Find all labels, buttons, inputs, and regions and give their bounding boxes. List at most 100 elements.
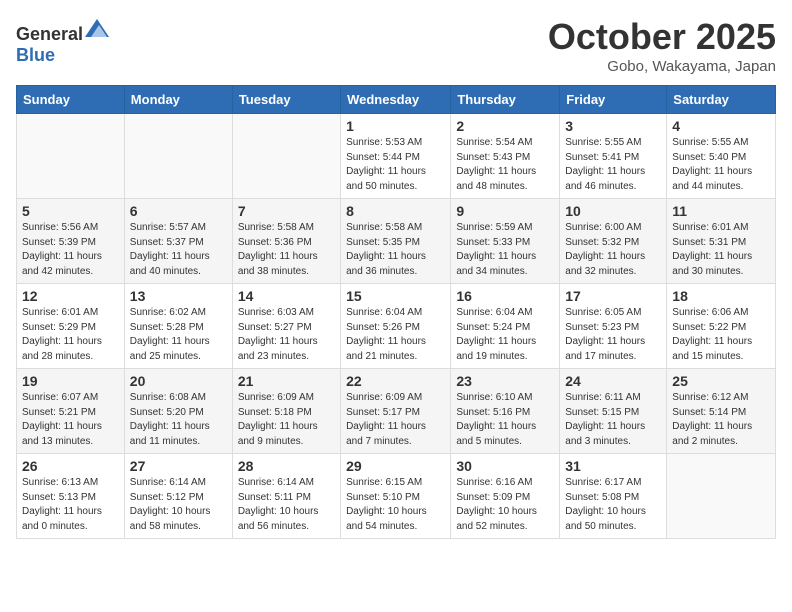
day-info: Sunrise: 6:01 AM Sunset: 5:29 PM Dayligh… (22, 306, 119, 364)
day-number: 16 (456, 288, 554, 304)
location: Gobo, Wakayama, Japan (548, 58, 776, 75)
calendar-cell: 14 Sunrise: 6:03 AM Sunset: 5:27 PM Dayli… (232, 284, 340, 369)
weekday-header: Monday (124, 86, 232, 114)
day-info: Sunrise: 5:53 AM Sunset: 5:44 PM Dayligh… (346, 136, 445, 194)
day-info: Sunrise: 5:54 AM Sunset: 5:43 PM Dayligh… (456, 136, 554, 194)
calendar-cell: 23 Sunrise: 6:10 AM Sunset: 5:16 PM Dayli… (451, 369, 560, 454)
day-number: 24 (565, 373, 661, 389)
day-number: 3 (565, 118, 661, 134)
calendar-week-row: 12Sunrise: 6:01 AM Sunset: 5:29 PM Dayli… (17, 284, 776, 369)
calendar-cell: 16 Sunrise: 6:04 AM Sunset: 5:24 PM Dayli… (451, 284, 560, 369)
day-info: Sunrise: 6:14 AM Sunset: 5:11 PM Dayligh… (238, 476, 335, 534)
day-number: 15 (346, 288, 445, 304)
calendar-table: SundayMondayTuesdayWednesdayThursdayFrid… (16, 85, 776, 539)
day-number: 18 (672, 288, 770, 304)
day-info: Sunrise: 6:04 AM Sunset: 5:26 PM Dayligh… (346, 306, 445, 364)
day-info: Sunrise: 5:59 AM Sunset: 5:33 PM Dayligh… (456, 221, 554, 279)
calendar-cell: 9 Sunrise: 5:59 AM Sunset: 5:33 PM Daylig… (451, 199, 560, 284)
day-number: 22 (346, 373, 445, 389)
calendar-cell: 24 Sunrise: 6:11 AM Sunset: 5:15 PM Dayli… (560, 369, 667, 454)
logo: General Blue (16, 16, 109, 66)
day-info: Sunrise: 6:10 AM Sunset: 5:16 PM Dayligh… (456, 391, 554, 449)
day-number: 21 (238, 373, 335, 389)
calendar-cell (232, 114, 340, 199)
calendar-cell: 25Sunrise: 6:12 AM Sunset: 5:14 PM Dayli… (667, 369, 776, 454)
day-info: Sunrise: 6:15 AM Sunset: 5:10 PM Dayligh… (346, 476, 445, 534)
day-number: 9 (456, 203, 554, 219)
day-info: Sunrise: 5:55 AM Sunset: 5:40 PM Dayligh… (672, 136, 770, 194)
calendar-week-row: 1 Sunrise: 5:53 AM Sunset: 5:44 PM Daylig… (17, 114, 776, 199)
calendar-cell: 31Sunrise: 6:17 AM Sunset: 5:08 PM Dayli… (560, 454, 667, 539)
calendar-week-row: 5 Sunrise: 5:56 AM Sunset: 5:39 PM Daylig… (17, 199, 776, 284)
day-number: 13 (130, 288, 227, 304)
day-info: Sunrise: 6:03 AM Sunset: 5:27 PM Dayligh… (238, 306, 335, 364)
calendar-week-row: 26Sunrise: 6:13 AM Sunset: 5:13 PM Dayli… (17, 454, 776, 539)
logo-text: General Blue (16, 16, 109, 66)
day-info: Sunrise: 6:01 AM Sunset: 5:31 PM Dayligh… (672, 221, 770, 279)
day-info: Sunrise: 6:09 AM Sunset: 5:17 PM Dayligh… (346, 391, 445, 449)
day-info: Sunrise: 5:55 AM Sunset: 5:41 PM Dayligh… (565, 136, 661, 194)
day-number: 20 (130, 373, 227, 389)
day-number: 25 (672, 373, 770, 389)
day-info: Sunrise: 6:17 AM Sunset: 5:08 PM Dayligh… (565, 476, 661, 534)
day-number: 23 (456, 373, 554, 389)
day-number: 14 (238, 288, 335, 304)
day-number: 28 (238, 458, 335, 474)
day-info: Sunrise: 6:11 AM Sunset: 5:15 PM Dayligh… (565, 391, 661, 449)
calendar-cell: 15 Sunrise: 6:04 AM Sunset: 5:26 PM Dayli… (341, 284, 451, 369)
day-number: 11 (672, 203, 770, 219)
day-info: Sunrise: 6:06 AM Sunset: 5:22 PM Dayligh… (672, 306, 770, 364)
calendar-cell: 30Sunrise: 6:16 AM Sunset: 5:09 PM Dayli… (451, 454, 560, 539)
day-info: Sunrise: 6:04 AM Sunset: 5:24 PM Dayligh… (456, 306, 554, 364)
calendar-cell: 6 Sunrise: 5:57 AM Sunset: 5:37 PM Daylig… (124, 199, 232, 284)
day-number: 1 (346, 118, 445, 134)
day-number: 8 (346, 203, 445, 219)
calendar-cell: 17 Sunrise: 6:05 AM Sunset: 5:23 PM Dayli… (560, 284, 667, 369)
calendar-cell: 21 Sunrise: 6:09 AM Sunset: 5:18 PM Dayli… (232, 369, 340, 454)
day-number: 29 (346, 458, 445, 474)
day-info: Sunrise: 6:14 AM Sunset: 5:12 PM Dayligh… (130, 476, 227, 534)
calendar-cell: 10Sunrise: 6:00 AM Sunset: 5:32 PM Dayli… (560, 199, 667, 284)
day-info: Sunrise: 5:58 AM Sunset: 5:36 PM Dayligh… (238, 221, 335, 279)
day-info: Sunrise: 6:09 AM Sunset: 5:18 PM Dayligh… (238, 391, 335, 449)
day-info: Sunrise: 6:16 AM Sunset: 5:09 PM Dayligh… (456, 476, 554, 534)
month-title: October 2025 (548, 16, 776, 58)
calendar-cell: 26Sunrise: 6:13 AM Sunset: 5:13 PM Dayli… (17, 454, 125, 539)
calendar-cell: 12Sunrise: 6:01 AM Sunset: 5:29 PM Dayli… (17, 284, 125, 369)
day-info: Sunrise: 5:56 AM Sunset: 5:39 PM Dayligh… (22, 221, 119, 279)
day-info: Sunrise: 5:58 AM Sunset: 5:35 PM Dayligh… (346, 221, 445, 279)
logo-blue: Blue (16, 45, 55, 65)
weekday-header: Tuesday (232, 86, 340, 114)
weekday-header: Friday (560, 86, 667, 114)
calendar-cell: 13 Sunrise: 6:02 AM Sunset: 5:28 PM Dayli… (124, 284, 232, 369)
calendar-cell: 18 Sunrise: 6:06 AM Sunset: 5:22 PM Dayli… (667, 284, 776, 369)
calendar-cell: 29 Sunrise: 6:15 AM Sunset: 5:10 PM Dayli… (341, 454, 451, 539)
day-number: 4 (672, 118, 770, 134)
calendar-cell (124, 114, 232, 199)
day-info: Sunrise: 6:05 AM Sunset: 5:23 PM Dayligh… (565, 306, 661, 364)
page-header: General Blue October 2025 Gobo, Wakayama… (16, 16, 776, 75)
day-number: 6 (130, 203, 227, 219)
day-number: 5 (22, 203, 119, 219)
calendar-cell: 7 Sunrise: 5:58 AM Sunset: 5:36 PM Daylig… (232, 199, 340, 284)
calendar-cell (17, 114, 125, 199)
day-info: Sunrise: 6:08 AM Sunset: 5:20 PM Dayligh… (130, 391, 227, 449)
calendar-cell: 8 Sunrise: 5:58 AM Sunset: 5:35 PM Daylig… (341, 199, 451, 284)
day-number: 17 (565, 288, 661, 304)
day-info: Sunrise: 5:57 AM Sunset: 5:37 PM Dayligh… (130, 221, 227, 279)
day-info: Sunrise: 6:07 AM Sunset: 5:21 PM Dayligh… (22, 391, 119, 449)
calendar-cell: 27 Sunrise: 6:14 AM Sunset: 5:12 PM Dayli… (124, 454, 232, 539)
logo-general: General (16, 24, 83, 44)
day-number: 27 (130, 458, 227, 474)
weekday-header: Wednesday (341, 86, 451, 114)
day-info: Sunrise: 6:00 AM Sunset: 5:32 PM Dayligh… (565, 221, 661, 279)
weekday-header: Thursday (451, 86, 560, 114)
calendar-cell: 22 Sunrise: 6:09 AM Sunset: 5:17 PM Dayli… (341, 369, 451, 454)
day-number: 7 (238, 203, 335, 219)
calendar-cell: 2Sunrise: 5:54 AM Sunset: 5:43 PM Daylig… (451, 114, 560, 199)
calendar-week-row: 19Sunrise: 6:07 AM Sunset: 5:21 PM Dayli… (17, 369, 776, 454)
calendar-cell: 3 Sunrise: 5:55 AM Sunset: 5:41 PM Daylig… (560, 114, 667, 199)
calendar-cell: 5 Sunrise: 5:56 AM Sunset: 5:39 PM Daylig… (17, 199, 125, 284)
calendar-cell: 1 Sunrise: 5:53 AM Sunset: 5:44 PM Daylig… (341, 114, 451, 199)
day-info: Sunrise: 6:02 AM Sunset: 5:28 PM Dayligh… (130, 306, 227, 364)
